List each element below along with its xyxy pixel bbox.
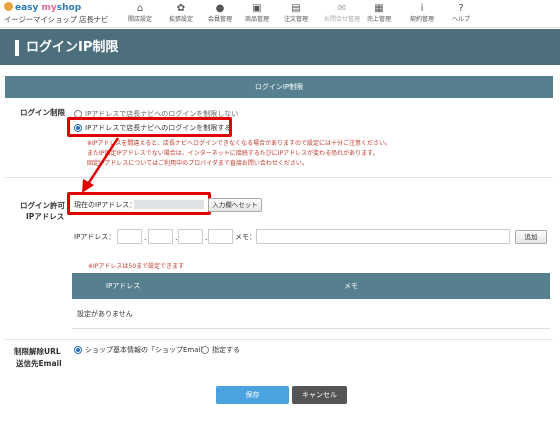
radio-shop-email-label[interactable]: ショップ基本情報の「ショップEmail」 [85,345,209,355]
section-header: ログインIP制限 [5,76,553,98]
save-button[interactable]: 保存 [216,386,289,404]
ip-octet-1-input[interactable] [117,229,142,244]
ip-table-empty-row: 設定がありません [72,299,550,329]
ip-address-label: IPアドレス： [74,233,116,241]
logo-subtitle: イージーマイショップ 店長ナビ [4,15,109,24]
home-icon: ⌂ [136,3,144,14]
radio-specify-email-label[interactable]: 指定する [212,345,240,355]
gear-icon: ✿ [176,3,186,14]
highlight-box-restrict [67,117,232,137]
title-accent-bar [15,40,19,56]
easymyshop-logo[interactable]: easy myshop イージーマイショップ 店長ナビ [4,2,114,26]
add-ip-button[interactable]: 追加 [515,230,547,244]
nav-extended-settings[interactable]: ✿ 拡張設定 [162,3,200,24]
ip-octet-4-input[interactable] [208,229,233,244]
document-icon: ▤ [291,3,301,14]
nav-contract-management[interactable]: i 契約管理 [403,3,441,24]
radio-specify-email[interactable] [201,346,209,354]
restriction-note-3: 固定IPアドレスについてはご利用中のプロバイダまで直接お問い合わせください。 [87,160,308,167]
allowed-ip-label-line1: ログイン許可 [20,201,65,210]
annotation-arrow-icon [82,137,120,193]
ip-table-header: IPアドレス メモ [72,273,550,299]
memo-input[interactable] [256,229,510,244]
nav-order-management[interactable]: ▤ 注文管理 [277,3,315,24]
logo-mark-icon [4,2,13,11]
ip-octet-3-input[interactable] [178,229,203,244]
mail-icon: ✉ [337,3,347,14]
page-title: ログインIP制限 [26,40,119,55]
radio-shop-email[interactable] [74,346,82,354]
ip-column-header: IPアドレス [106,282,141,290]
ip-max-note: ※IPアドレスは50まで設定できます [88,263,185,270]
row-divider [5,177,553,178]
question-icon: ? [458,3,464,14]
ip-octet-2-input[interactable] [148,229,173,244]
login-restriction-label: ログイン制限 [20,108,65,117]
empty-table-text: 設定がありません [77,310,133,318]
calculator-icon: ▦ [374,3,384,14]
memo-label: メモ： [235,233,256,241]
unlock-url-label-line2: 送信先Email [16,359,62,368]
nav-product-management[interactable]: ▣ 商品管理 [238,3,276,24]
nav-sales-management[interactable]: ▦ 売上管理 [360,3,398,24]
allowed-ip-label-line2: IPアドレス [26,212,65,221]
cancel-button[interactable]: キャンセル [292,386,347,404]
top-navigation-bar: easy myshop イージーマイショップ 店長ナビ ⌂ 開店設定 ✿ 拡張設… [0,0,560,28]
gift-icon: ▣ [252,3,262,14]
nav-shop-setup[interactable]: ⌂ 開店設定 [121,3,159,24]
ip-separator-dot: . [144,233,147,242]
set-to-input-button[interactable]: 入力欄へセット [208,198,262,212]
restriction-note-2: またIP固定IPアドレスでない場合は、インターネットに接続するたびにIPアドレス… [87,150,379,157]
unlock-url-label-line1: 制限解除URL [14,347,61,356]
nav-member-management[interactable]: ● 会員管理 [201,3,239,24]
restriction-note-1: ※IPアドレスを間違えると、店長ナビへログインできなくなる場合がありますので設定… [87,140,391,147]
page-title-bar: ログインIP制限 [0,29,560,65]
person-icon: ● [215,3,225,14]
info-icon: i [420,3,424,14]
nav-inquiry-management[interactable]: ✉ お問合せ管理 [320,3,364,24]
row-divider [5,339,553,340]
nav-help[interactable]: ? ヘルプ [442,3,480,24]
highlight-box-current-ip [67,192,211,215]
memo-column-header: メモ [344,282,358,290]
